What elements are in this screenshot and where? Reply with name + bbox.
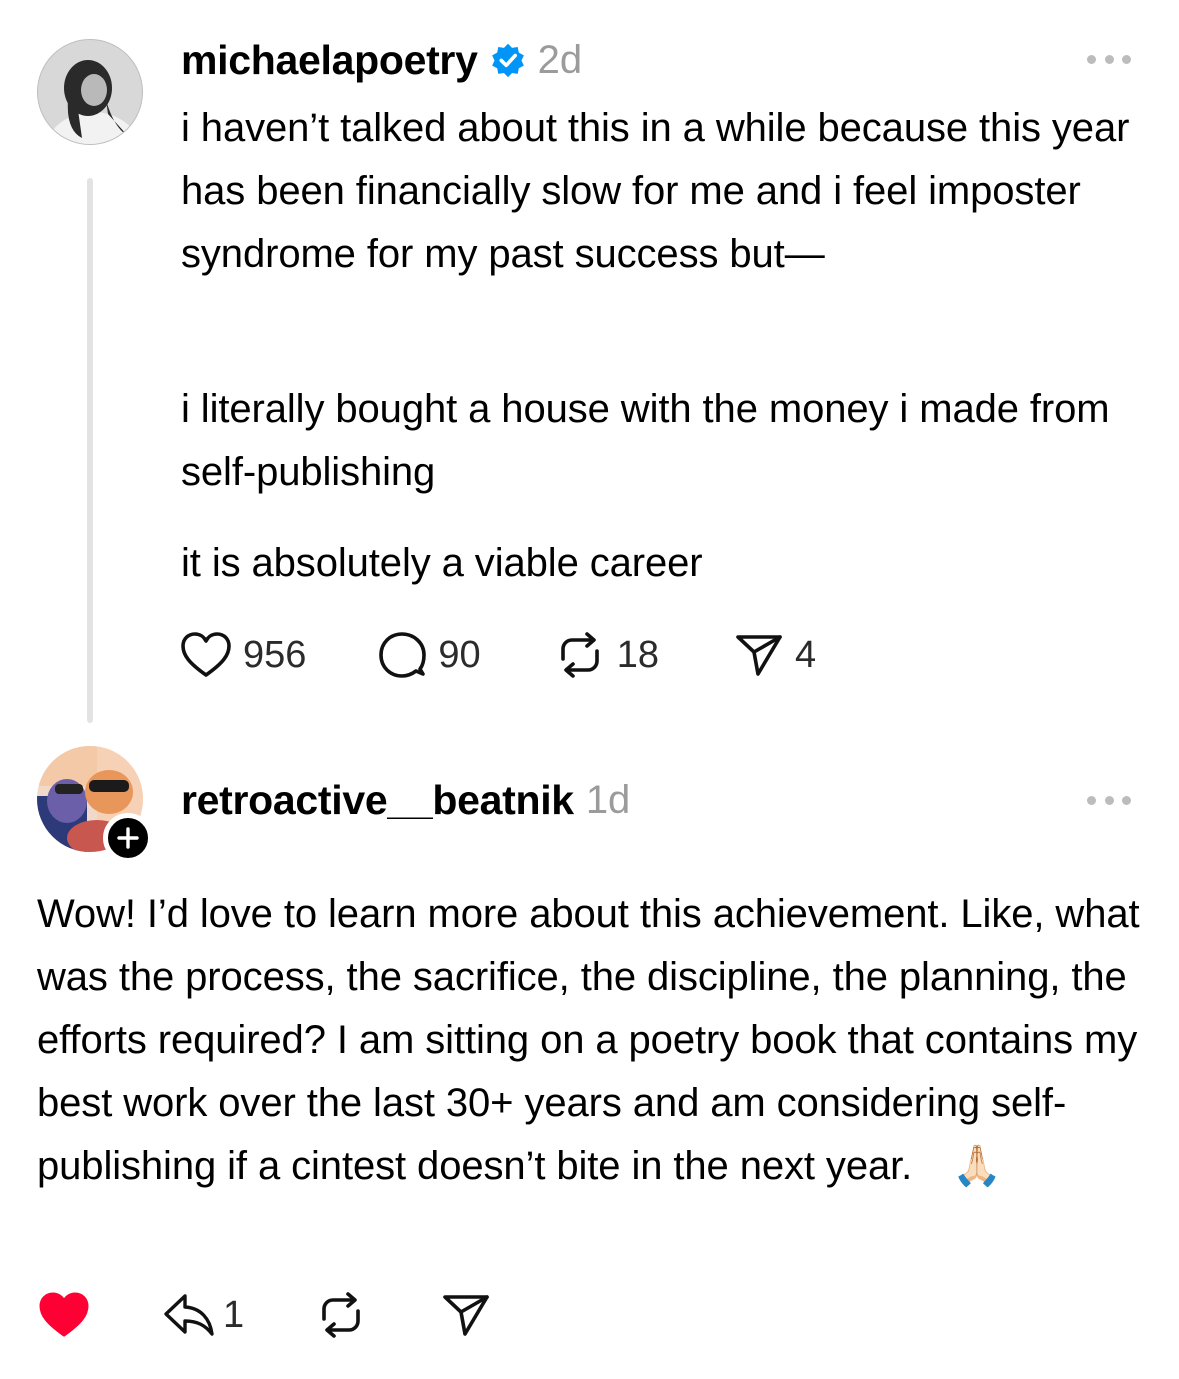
comment-count: 90 [438, 633, 481, 676]
heart-icon [181, 632, 231, 677]
post-header: michaelapoetry 2d [181, 35, 582, 85]
reply-more-options-icon[interactable] [1087, 793, 1131, 807]
comment-bubble-icon [379, 632, 427, 678]
like-count: 956 [243, 633, 307, 676]
repost-icon [322, 1292, 360, 1338]
send-icon [736, 635, 782, 676]
praying-hands-emoji: 🙏🏻 [952, 1143, 1002, 1189]
share-button[interactable]: 4 [733, 629, 816, 681]
heart-filled-icon [39, 1292, 89, 1337]
reply-count: 1 [223, 1293, 245, 1336]
reply-repost-button[interactable] [314, 1289, 368, 1341]
post-text-paragraph-3: it is absolutely a viable career [181, 541, 703, 585]
reply-username[interactable]: retroactive__beatnik [181, 777, 574, 824]
share-count: 4 [794, 633, 817, 676]
reply-like-button[interactable] [37, 1290, 91, 1340]
avatar-michaelapoetry[interactable] [37, 39, 143, 145]
verified-badge-icon [491, 43, 524, 78]
threads-page: michaelapoetry 2d i haven’t talked about… [0, 0, 1179, 1379]
comment-button[interactable]: 90 [376, 629, 481, 681]
post-timestamp: 2d [537, 37, 583, 82]
repost-icon [560, 632, 599, 678]
reply-arrow-icon [164, 1294, 214, 1336]
post-text-paragraph-2: i literally bought a house with the mone… [181, 387, 1110, 494]
post-text-paragraph-1: i haven’t talked about this in a while b… [181, 106, 1130, 276]
reply-share-button[interactable] [440, 1289, 492, 1341]
avatar-photo-icon [38, 40, 142, 144]
follow-button[interactable] [103, 813, 153, 863]
repost-count: 18 [616, 633, 659, 676]
post-username[interactable]: michaelapoetry [181, 37, 478, 84]
post-more-options-icon[interactable] [1087, 52, 1131, 66]
repost-button[interactable]: 18 [553, 629, 659, 681]
reply-action-bar: 1 [37, 1285, 492, 1345]
plus-icon [117, 827, 139, 849]
like-button[interactable]: 956 [179, 630, 306, 680]
reply-text: Wow! I’d love to learn more about this a… [37, 883, 1147, 1198]
reply-timestamp: 1d [585, 777, 631, 822]
send-icon [443, 1295, 489, 1336]
post-action-bar: 956 90 18 4 [179, 625, 816, 685]
reply-button[interactable]: 1 [161, 1290, 244, 1340]
thread-connector-line [87, 178, 93, 723]
reply-header: retroactive__beatnik 1d [181, 775, 630, 825]
